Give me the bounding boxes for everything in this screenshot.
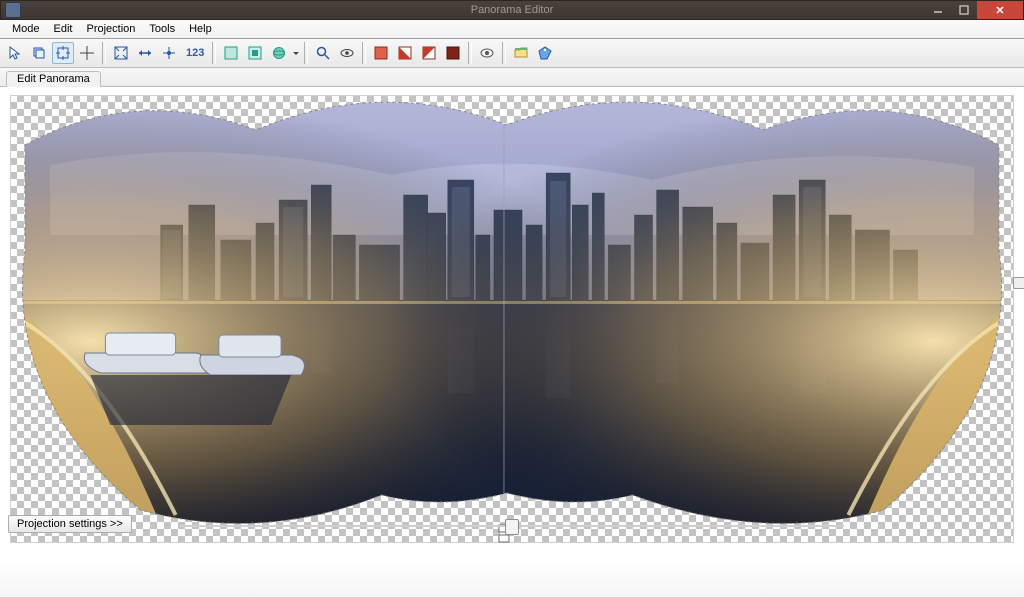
straighten-tool-button[interactable] — [134, 42, 156, 64]
menu-help[interactable]: Help — [183, 22, 218, 36]
vertical-slider[interactable] — [1015, 127, 1023, 507]
sphere-dropdown[interactable] — [292, 43, 300, 63]
tab-strip: Edit Panorama — [0, 68, 1024, 87]
rotate-tool-button[interactable] — [52, 42, 74, 64]
lens-button[interactable] — [476, 42, 498, 64]
center-tool-button[interactable] — [76, 42, 98, 64]
maximize-button[interactable] — [951, 1, 977, 19]
toolbar-separator — [468, 42, 472, 64]
horizontal-slider-thumb[interactable] — [505, 519, 519, 535]
mask-button[interactable] — [244, 42, 266, 64]
menu-projection[interactable]: Projection — [81, 22, 142, 36]
close-icon: ✕ — [995, 4, 1004, 17]
vertical-slider-thumb[interactable] — [1013, 277, 1024, 289]
flag-half-2-button[interactable] — [418, 42, 440, 64]
menu-tools[interactable]: Tools — [143, 22, 181, 36]
canvas-area — [0, 87, 1024, 561]
toolbar-separator — [362, 42, 366, 64]
close-button[interactable]: ✕ — [977, 1, 1023, 19]
toolbar-separator — [304, 42, 308, 64]
toolbar-separator — [502, 42, 506, 64]
preview-button[interactable] — [336, 42, 358, 64]
projection-settings-button[interactable]: Projection settings >> — [8, 515, 132, 533]
move-tool-button[interactable] — [28, 42, 50, 64]
tab-edit-panorama[interactable]: Edit Panorama — [6, 71, 101, 87]
title-bar: Panorama Editor ✕ — [0, 0, 1024, 20]
tag-button[interactable] — [534, 42, 556, 64]
sphere-button[interactable] — [268, 42, 290, 64]
toolbar-separator — [102, 42, 106, 64]
grid-button[interactable] — [220, 42, 242, 64]
menu-edit[interactable]: Edit — [48, 22, 79, 36]
horizon-tool-button[interactable] — [158, 42, 180, 64]
open-button[interactable] — [510, 42, 532, 64]
window-controls: ✕ — [925, 1, 1023, 19]
panorama-image — [10, 95, 1014, 543]
menu-bar: Mode Edit Projection Tools Help — [0, 20, 1024, 39]
numbers-button[interactable]: 123 — [182, 42, 208, 64]
panorama-canvas[interactable] — [10, 95, 1014, 543]
menu-mode[interactable]: Mode — [6, 22, 46, 36]
flag-red-button[interactable] — [370, 42, 392, 64]
fit-tool-button[interactable] — [110, 42, 132, 64]
flag-half-1-button[interactable] — [394, 42, 416, 64]
toolbar-separator — [212, 42, 216, 64]
zoom-button[interactable] — [312, 42, 334, 64]
minimize-button[interactable] — [925, 1, 951, 19]
horizontal-slider[interactable] — [180, 521, 844, 531]
pointer-tool-button[interactable] — [4, 42, 26, 64]
app-icon — [5, 2, 21, 18]
flag-dark-button[interactable] — [442, 42, 464, 64]
window-title: Panorama Editor — [471, 4, 554, 16]
toolbar: 123 — [0, 39, 1024, 68]
